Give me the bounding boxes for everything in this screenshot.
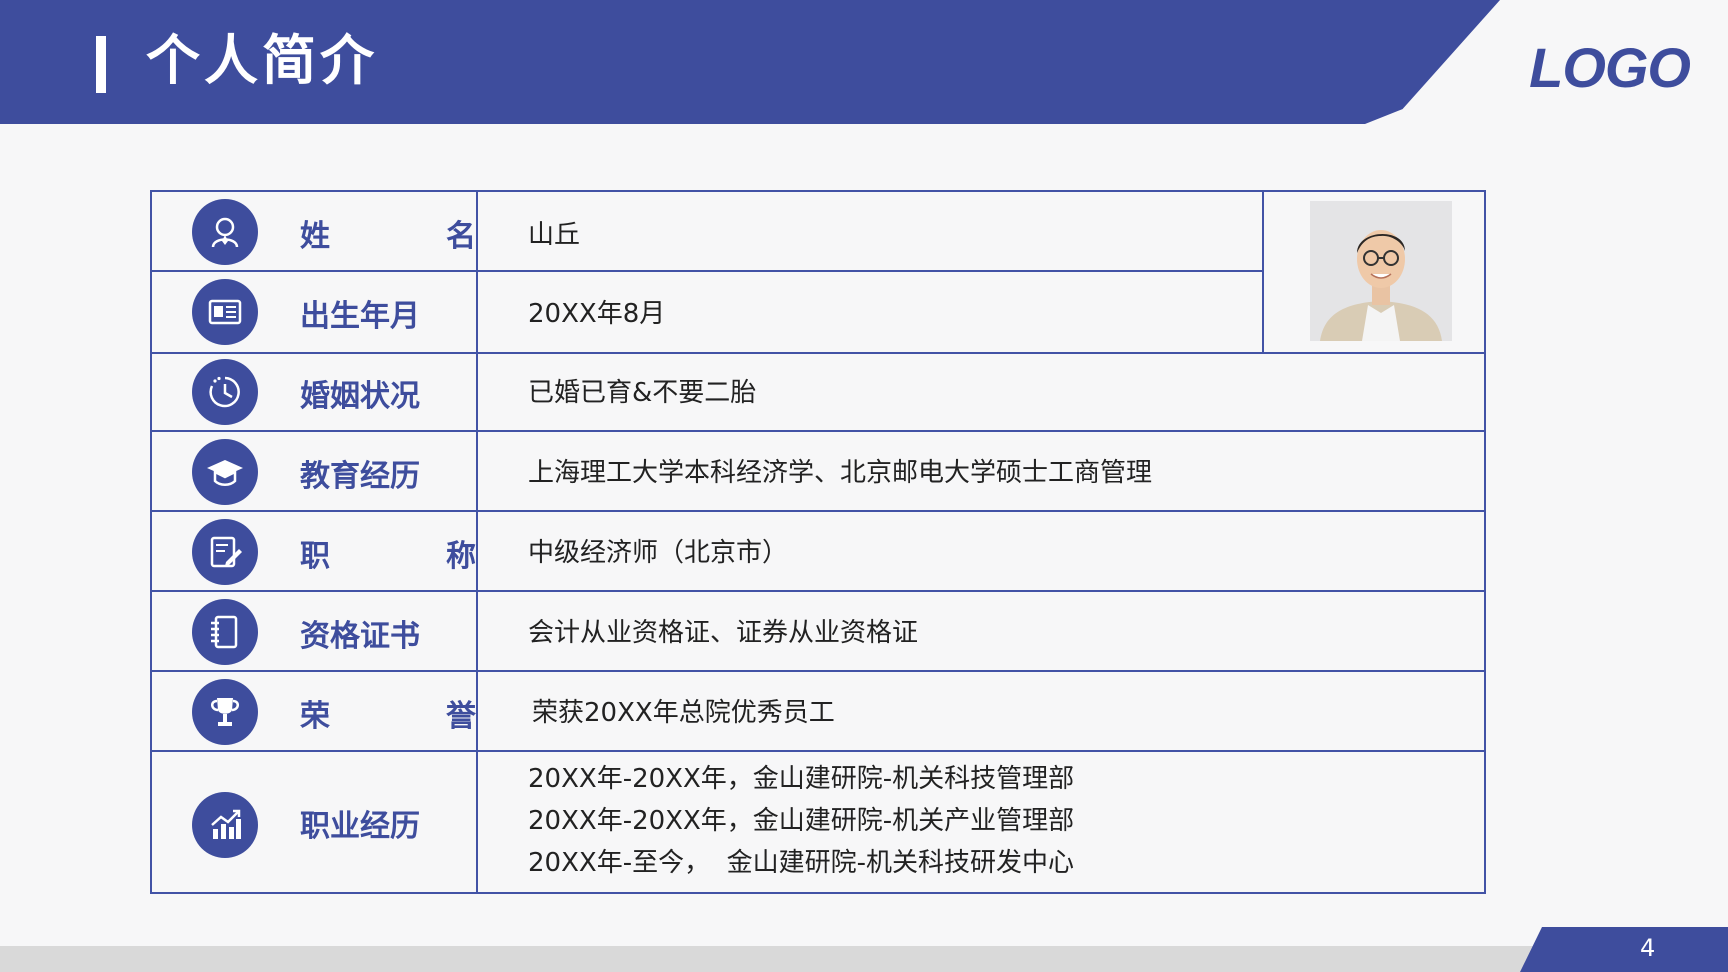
- label-cell: 荣 誉: [152, 672, 478, 750]
- table-row: 婚姻状况 已婚已育&不要二胎: [152, 352, 1484, 432]
- photo-cell: [1262, 192, 1484, 352]
- row-value-list: 20XX年-20XX年，金山建研院-机关科技管理部 20XX年-20XX年，金山…: [528, 758, 1074, 884]
- label-cell: 资格证书: [152, 592, 478, 670]
- table-row: 姓 名 山丘: [152, 192, 1264, 272]
- row-value: 山丘: [528, 220, 581, 250]
- title-accent-bar: [96, 36, 106, 93]
- table-row: 职业经历 20XX年-20XX年，金山建研院-机关科技管理部 20XX年-20X…: [152, 752, 1484, 894]
- row-value: 会计从业资格证、证券从业资格证: [528, 618, 919, 648]
- label-char: 姓: [300, 219, 330, 254]
- row-label: 资格证书: [300, 619, 420, 654]
- career-line: 20XX年-20XX年，金山建研院-机关科技管理部: [528, 764, 1075, 794]
- label-char: 荣: [300, 699, 330, 734]
- table-row: 荣 誉 荣获20XX年总院优秀员工: [152, 672, 1484, 752]
- label-cell: 职 称: [152, 512, 478, 590]
- profile-table: 姓 名 山丘 出生年月 20XX年8月 婚姻状况 已婚已育&不要二胎 教育经历 …: [150, 190, 1486, 894]
- notebook-icon: [192, 599, 258, 665]
- label-cell: 教育经历: [152, 432, 478, 510]
- row-label: 职 称: [300, 542, 476, 572]
- page-title: 个人简介: [146, 29, 378, 92]
- row-label: 职业经历: [300, 809, 420, 844]
- id-card-icon: [192, 279, 258, 345]
- row-value: 中级经济师（北京市）: [528, 538, 789, 568]
- row-value: 20XX年8月: [528, 299, 666, 329]
- row-value: 上海理工大学本科经济学、北京邮电大学硕士工商管理: [528, 458, 1153, 488]
- footer-band: [0, 946, 1540, 972]
- label-cell: 出生年月: [152, 272, 478, 352]
- row-label: 荣 誉: [300, 702, 476, 732]
- label-cell: 职业经历: [152, 752, 478, 894]
- page-number: 4: [1640, 934, 1656, 962]
- edit-document-icon: [192, 519, 258, 585]
- row-value: 已婚已育&不要二胎: [528, 378, 757, 408]
- row-label: 出生年月: [300, 299, 420, 334]
- career-line: 20XX年-至今， 金山建研院-机关科技研发中心: [528, 848, 1075, 878]
- person-icon: [192, 199, 258, 265]
- row-label: 姓 名: [300, 222, 476, 252]
- label-char: 誉: [446, 699, 476, 734]
- clock-icon: [192, 359, 258, 425]
- table-row: 职 称 中级经济师（北京市）: [152, 512, 1484, 592]
- label-char: 职: [300, 539, 330, 574]
- footer-page-tab: [1520, 927, 1728, 972]
- label-char: 名: [446, 219, 476, 254]
- chart-icon: [192, 792, 258, 858]
- label-cell: 婚姻状况: [152, 354, 478, 430]
- table-row: 出生年月 20XX年8月: [152, 272, 1264, 352]
- profile-photo: [1310, 201, 1452, 341]
- table-row: 教育经历 上海理工大学本科经济学、北京邮电大学硕士工商管理: [152, 432, 1484, 512]
- graduation-cap-icon: [192, 439, 258, 505]
- label-cell: 姓 名: [152, 192, 478, 270]
- label-char: 称: [446, 539, 476, 574]
- career-line: 20XX年-20XX年，金山建研院-机关产业管理部: [528, 806, 1075, 836]
- row-label: 教育经历: [300, 459, 420, 494]
- table-row: 资格证书 会计从业资格证、证券从业资格证: [152, 592, 1484, 672]
- row-label: 婚姻状况: [300, 379, 420, 414]
- trophy-icon: [192, 679, 258, 745]
- logo: LOGO: [1529, 36, 1691, 99]
- row-value: 荣获20XX年总院优秀员工: [532, 698, 835, 728]
